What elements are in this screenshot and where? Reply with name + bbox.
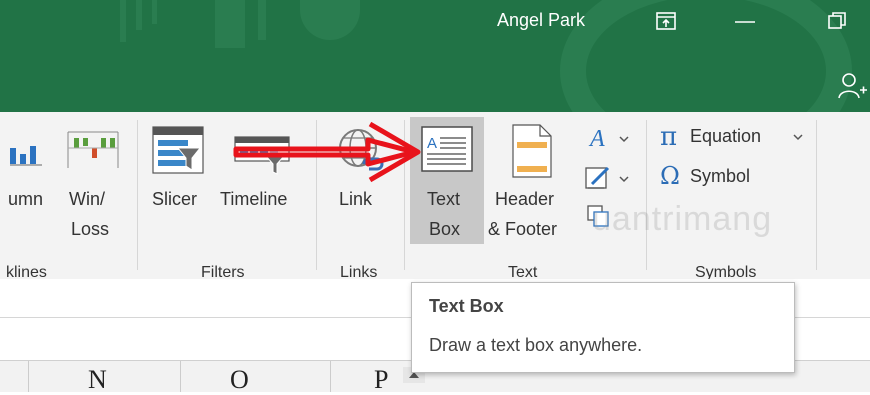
slicer-button[interactable]: Slicer	[146, 120, 214, 250]
column-sparkline-icon	[10, 146, 42, 166]
header-footer-label-2: & Footer	[488, 219, 558, 239]
symbol-button[interactable]: Ω Symbol	[656, 162, 776, 194]
signature-line-icon[interactable]	[584, 164, 634, 192]
equation-button[interactable]: π Equation	[656, 122, 808, 154]
sparkline-winloss-label-2: Loss	[71, 219, 110, 239]
column-divider	[28, 361, 29, 392]
slicer-label: Slicer	[152, 189, 198, 209]
watermark: uantrimang	[592, 200, 773, 238]
ribbon-display-icon[interactable]	[656, 12, 676, 30]
text-box-label-2: Box	[429, 219, 461, 239]
slicer-icon	[152, 126, 204, 174]
red-arrow-annotation	[233, 121, 421, 183]
symbol-label: Symbol	[690, 166, 751, 186]
equation-label: Equation	[690, 126, 762, 146]
minimize-icon[interactable]	[735, 20, 755, 24]
svg-text:A: A	[588, 126, 605, 150]
pi-icon: π	[660, 122, 678, 152]
header-footer-button[interactable]: Header & Footer	[486, 120, 580, 250]
chevron-down-icon	[793, 134, 803, 141]
share-person-icon[interactable]	[838, 72, 868, 100]
sparkline-winloss-label-1: Win/	[69, 189, 105, 209]
winloss-sparkline-icon	[67, 131, 119, 168]
omega-icon: Ω	[660, 162, 680, 190]
group-separator	[137, 120, 138, 270]
timeline-label: Timeline	[220, 189, 288, 209]
svg-text:A: A	[427, 135, 437, 152]
ribbon: umn Win/ Loss klines Slicer Timeline Fil…	[0, 112, 870, 281]
sparkline-column-label: umn	[8, 189, 44, 209]
wordart-icon[interactable]: A	[588, 126, 634, 150]
tooltip-title: Text Box	[429, 296, 504, 316]
group-separator	[646, 120, 647, 270]
sparkline-column-button[interactable]: umn	[0, 120, 58, 250]
column-divider	[180, 361, 181, 392]
link-label: Link	[339, 189, 373, 209]
column-divider	[330, 361, 331, 392]
text-box-icon: A	[421, 126, 473, 172]
header-footer-icon	[512, 124, 552, 178]
sparkline-winloss-button[interactable]: Win/ Loss	[60, 120, 126, 250]
header-footer-label-1: Header	[495, 189, 555, 209]
restore-down-icon[interactable]	[828, 12, 846, 30]
group-separator	[816, 120, 817, 270]
text-box-label-1: Text	[427, 189, 461, 209]
user-name[interactable]: Angel Park	[497, 10, 585, 31]
tooltip-description: Draw a text box anywhere.	[429, 335, 643, 355]
title-bar: Angel Park	[0, 0, 870, 112]
tooltip: Text Box Draw a text box anywhere.	[411, 282, 795, 373]
